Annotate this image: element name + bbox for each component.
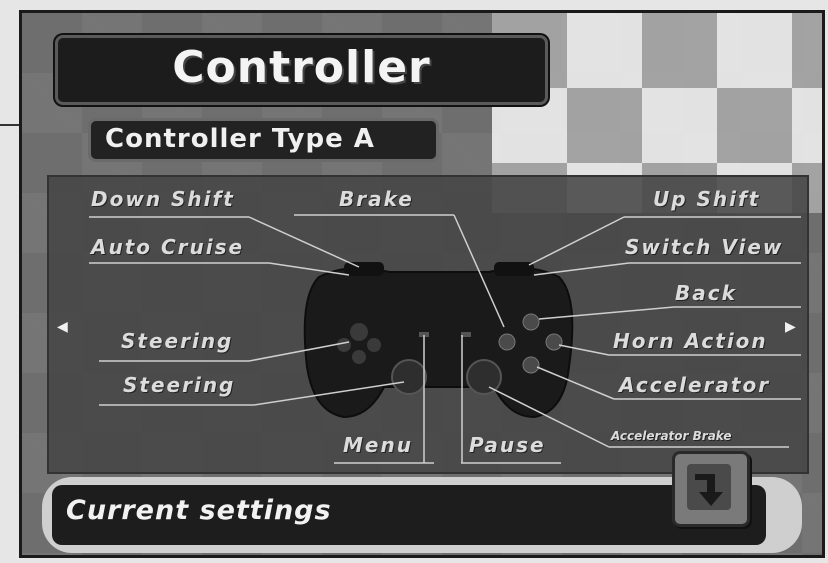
label-accelerator-brake: Accelerator Brake <box>611 429 732 443</box>
label-horn-action: Horn Action <box>613 329 768 353</box>
controller-diagram <box>89 214 801 464</box>
label-steering-2: Steering <box>123 373 236 397</box>
return-button[interactable] <box>672 451 750 527</box>
game-screen: Controller Controller Type A Down Shift … <box>19 10 825 558</box>
label-pause: Pause <box>469 433 546 457</box>
right-arrow-icon[interactable]: ▶ <box>785 319 796 335</box>
label-up-shift: Up Shift <box>653 187 761 211</box>
status-text: Current settings <box>66 495 332 526</box>
page-title: Controller <box>172 42 431 93</box>
gamepad-icon <box>303 262 574 419</box>
label-down-shift: Down Shift <box>91 187 235 211</box>
label-menu: Menu <box>343 433 413 457</box>
status-panel: Current settings <box>52 485 766 545</box>
return-arrow-icon <box>687 464 731 510</box>
label-brake: Brake <box>339 187 414 211</box>
label-steering-1: Steering <box>121 329 234 353</box>
label-auto-cruise: Auto Cruise <box>91 235 245 259</box>
label-back: Back <box>675 281 737 305</box>
label-switch-view: Switch View <box>625 235 784 259</box>
left-arrow-icon[interactable]: ◀ <box>57 319 68 335</box>
label-accelerator: Accelerator <box>619 373 771 397</box>
controller-type-selector[interactable]: Controller Type A <box>88 118 439 162</box>
controller-diagram-panel: Down Shift Brake Up Shift Auto Cruise Sw… <box>47 175 809 474</box>
controller-type-label: Controller Type A <box>105 124 375 154</box>
title-panel: Controller <box>55 35 548 105</box>
